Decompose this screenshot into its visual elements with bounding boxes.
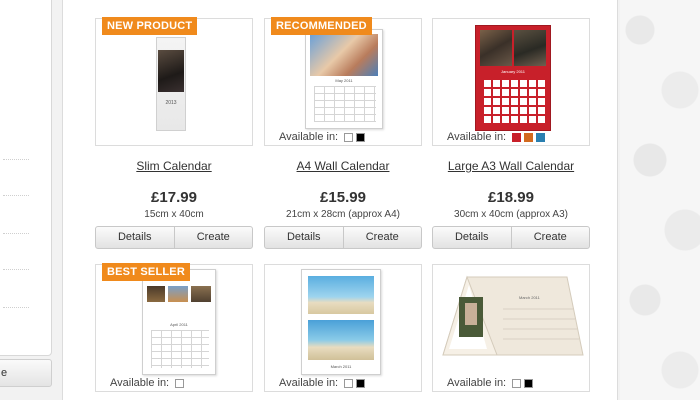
product-card-best-seller: BEST SELLER April 2011 Available in:	[95, 263, 253, 392]
new-product-badge: NEW PRODUCT	[102, 17, 198, 35]
calendar-month: January 2011	[501, 69, 525, 74]
create-button[interactable]: Create	[173, 227, 253, 248]
photo-calendar-image: March 2011	[301, 269, 381, 375]
calendar-grid	[314, 86, 376, 122]
sidebar-divider	[3, 233, 29, 234]
calendar-photo-right	[514, 30, 546, 66]
product-size: 15cm x 40cm	[144, 209, 204, 220]
black-swatch[interactable]	[356, 132, 366, 142]
left-sidebar	[0, 0, 52, 356]
details-button[interactable]: Details	[96, 227, 174, 248]
calendar-photo	[147, 286, 165, 302]
orange-swatch[interactable]	[524, 132, 534, 142]
slim-calendar-image: 2013	[156, 37, 186, 131]
product-name-link[interactable]: Large A3 Wall Calendar	[432, 159, 590, 173]
available-colors: Available in:	[447, 131, 546, 143]
details-button[interactable]: Details	[433, 227, 511, 248]
recommended-badge: RECOMMENDED	[271, 17, 372, 35]
black-swatch[interactable]	[524, 378, 534, 388]
blue-swatch[interactable]	[536, 132, 546, 142]
product-card-slim-calendar: NEW PRODUCT 2013 Slim Calendar £17.99 15…	[95, 17, 253, 249]
product-thumbnail[interactable]: January 2011 Available in:	[432, 18, 590, 146]
create-button[interactable]: Create	[342, 227, 422, 248]
available-label: Available in:	[279, 131, 339, 143]
red-swatch[interactable]	[512, 132, 522, 142]
available-colors: Available in:	[279, 131, 366, 143]
details-button[interactable]: Details	[265, 227, 343, 248]
product-card-photo-calendar: March 2011 Available in:	[264, 264, 422, 392]
product-actions: Details Create	[264, 226, 422, 249]
best-seller-badge: BEST SELLER	[102, 263, 190, 281]
calendar-month: April 2011	[170, 322, 188, 327]
product-thumbnail[interactable]: BEST SELLER April 2011 Available in:	[95, 263, 253, 392]
product-card-desk-calendar: March 2011 Available in:	[432, 264, 590, 392]
calendar-photo-left	[480, 30, 512, 66]
sidebar-divider	[3, 195, 29, 196]
product-actions: Details Create	[95, 226, 253, 249]
calendar-photo	[310, 34, 378, 76]
sidebar-divider	[3, 269, 29, 270]
calendar-month: March 2011	[519, 295, 540, 300]
a3-calendar-image: January 2011	[475, 25, 551, 131]
available-colors: Available in:	[279, 377, 366, 389]
white-swatch[interactable]	[175, 378, 185, 388]
available-colors: Available in:	[447, 377, 534, 389]
available-label: Available in:	[279, 377, 339, 389]
product-thumbnail[interactable]: NEW PRODUCT 2013	[95, 17, 253, 146]
black-swatch[interactable]	[356, 378, 366, 388]
available-label: Available in:	[447, 377, 507, 389]
desk-calendar-image	[442, 275, 584, 356]
product-name-link[interactable]: Slim Calendar	[95, 159, 253, 173]
product-actions: Details Create	[432, 226, 590, 249]
product-size: 30cm x 40cm (approx A3)	[454, 209, 568, 220]
sidebar-button[interactable]: e	[0, 359, 52, 387]
white-swatch[interactable]	[512, 378, 522, 388]
calendar-month: March 2011	[330, 364, 352, 369]
calendar-grid	[151, 330, 209, 368]
wall-calendar-image: April 2011	[142, 269, 216, 375]
calendar-photo	[168, 286, 188, 302]
product-price: £15.99	[320, 189, 366, 206]
calendar-photo	[191, 286, 211, 302]
background-pattern	[620, 0, 700, 400]
product-price: £18.99	[488, 189, 534, 206]
product-thumbnail[interactable]: March 2011 Available in:	[432, 264, 590, 392]
available-label: Available in:	[447, 131, 507, 143]
calendar-year: 2013	[165, 100, 177, 106]
product-price: £17.99	[151, 189, 197, 206]
calendar-photo	[158, 50, 184, 92]
product-card-large-a3-wall-calendar: January 2011 Available in: Large A3 Wall…	[432, 18, 590, 249]
product-name-link[interactable]: A4 Wall Calendar	[264, 159, 422, 173]
product-thumbnail[interactable]: March 2011 Available in:	[264, 264, 422, 392]
sidebar-divider	[3, 307, 29, 308]
available-label: Available in:	[110, 377, 170, 389]
a4-calendar-image: May 2011	[305, 29, 383, 129]
product-card-a4-wall-calendar: RECOMMENDED May 2011 Available in: A4 Wa…	[264, 17, 422, 249]
create-button[interactable]: Create	[510, 227, 590, 248]
white-swatch[interactable]	[344, 378, 354, 388]
available-colors: Available in:	[110, 377, 185, 389]
sidebar-divider	[3, 159, 29, 160]
calendar-grid	[482, 78, 546, 124]
calendar-month: May 2011	[335, 78, 353, 83]
calendar-photo-bottom	[308, 320, 374, 360]
calendar-photo-top	[308, 276, 374, 314]
white-swatch[interactable]	[344, 132, 354, 142]
product-size: 21cm x 28cm (approx A4)	[286, 209, 400, 220]
product-thumbnail[interactable]: RECOMMENDED May 2011 Available in:	[264, 17, 422, 146]
